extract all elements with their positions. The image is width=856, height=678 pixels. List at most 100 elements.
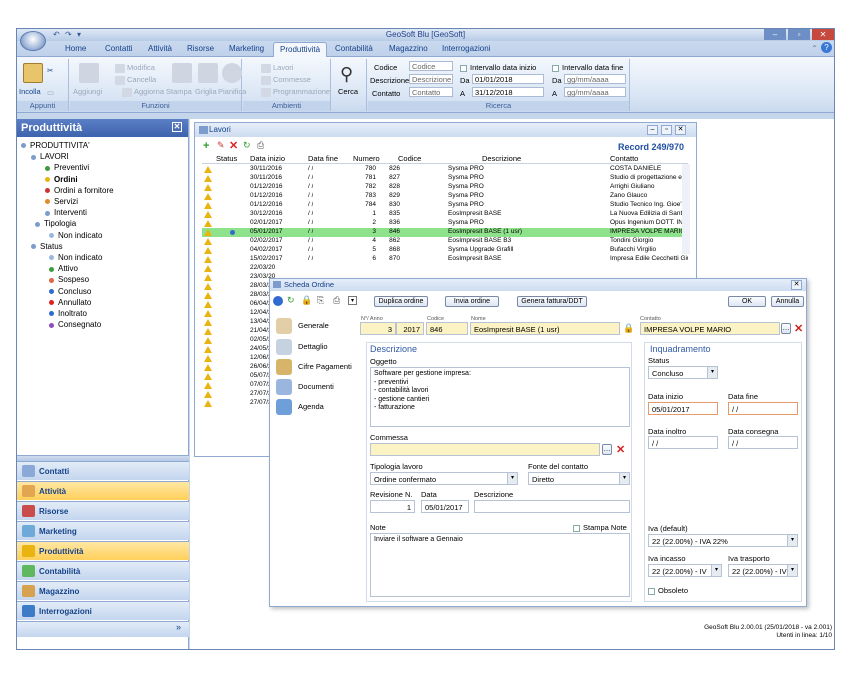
tree-ordini-fornitore[interactable]: Ordini a fornitore [45,186,114,195]
collapse-ribbon-icon[interactable]: ⌃ [811,44,818,53]
nome-field[interactable]: EosImpresit BASE (1 usr) [470,322,620,335]
table-row[interactable]: 04/02/2017 / / 5 868 Sysma Upgrade Grafill Bu… [202,246,688,255]
print-button[interactable]: Stampa [166,87,192,96]
contatto-browse-button[interactable]: … [781,323,791,334]
fonte-select[interactable]: Diretto ▾ [528,472,630,485]
lavori-scrollbar[interactable] [682,164,690,254]
refresh-icon[interactable]: ↻ [287,295,295,306]
undo-icon[interactable]: ↶ [53,30,60,39]
lavori-restore-button[interactable]: ▫ [661,125,672,135]
add-row-icon[interactable]: + [203,140,209,152]
redo-icon[interactable]: ↷ [65,30,72,39]
lock-icon[interactable]: 🔒 [301,295,312,306]
codice-field[interactable]: 846 [426,322,468,335]
col-data-fine[interactable]: Data fine [308,154,338,163]
info-icon[interactable] [273,296,283,306]
tree-status-non-indicato[interactable]: Non indicato [49,253,102,262]
contatto-clear-icon[interactable]: ✕ [794,324,803,335]
tipologia-select[interactable]: Ordine confermato ▾ [370,472,518,485]
nav-cifre-pagamenti[interactable]: Cifre Pagamenti [276,359,352,375]
nav-button-contatti[interactable]: Contatti [17,461,189,480]
ok-button[interactable]: OK [728,296,766,307]
status-select[interactable]: Concluso ▾ [648,366,718,379]
nav-agenda[interactable]: Agenda [276,399,324,415]
data-fine-field[interactable]: / / [728,402,798,415]
contatto-field[interactable]: IMPRESA VOLPE MARIO [640,322,780,335]
table-row[interactable]: 30/11/2016 / / 781 827 Sysma PRO Studio di pr… [202,174,688,183]
paste-icon[interactable] [23,63,43,83]
maximize-button[interactable]: ▫ [788,29,810,40]
minimize-button[interactable]: – [764,29,786,40]
tree-lavori[interactable]: LAVORI [31,152,69,161]
codice-input[interactable]: Codice [409,61,453,71]
delete-button[interactable]: Cancella [115,75,156,85]
tree-ordini[interactable]: Ordini [45,175,78,184]
nav-overflow-chevron-icon[interactable]: » [17,621,189,637]
commessa-clear-icon[interactable]: ✕ [616,445,625,456]
iva-incasso-select[interactable]: 22 (22.00%) - IV ▾ [648,564,722,577]
data-inoltro-field[interactable]: / / [648,436,718,449]
col-data-inizio[interactable]: Data inizio [250,154,285,163]
inizio-da-input[interactable]: 01/01/2018 [472,74,544,84]
table-row[interactable]: 02/02/2017 / / 4 862 EosImpresit BASE B3 Tond… [202,237,688,246]
tab-marketing[interactable]: Marketing [229,44,264,53]
tab-risorse[interactable]: Risorse [187,44,214,53]
tree-tipologia[interactable]: Tipologia [35,219,76,228]
revisione-field[interactable]: 1 [370,500,415,513]
obsoleto-checkbox[interactable]: Obsoleto [648,586,688,595]
format-painter-icon[interactable]: ▭ [47,88,54,97]
sidebar-close-icon[interactable]: ✕ [172,122,182,132]
nav-dettaglio[interactable]: Dettaglio [276,339,328,355]
lavori-minimize-button[interactable]: – [647,125,658,135]
descrizione-input[interactable]: Descrizione [409,74,453,84]
table-row[interactable]: 15/02/2017 / / 6 870 EosImpresit BASE Impresa… [202,255,688,264]
col-descrizione[interactable]: Descrizione [482,154,521,163]
inizio-a-input[interactable]: 31/12/2018 [472,87,544,97]
nav-button-interrogazioni[interactable]: Interrogazioni [17,601,189,620]
duplica-ordine-button[interactable]: Duplica ordine [374,296,428,307]
print-row-icon[interactable]: ⎙ [257,140,264,151]
commessa-field[interactable] [370,443,600,456]
refresh-button[interactable]: Aggiorna [122,87,164,97]
rev-descrizione-field[interactable] [474,500,630,513]
table-row[interactable]: 02/01/2017 / / 2 836 Sysma PRO Opus Ingenium … [202,219,688,228]
fine-a-input[interactable]: gg/mm/aaaa [564,87,626,97]
help-icon[interactable]: ? [821,42,832,53]
tree-servizi[interactable]: Servizi [45,197,78,206]
genera-fattura-button[interactable]: Genera fattura/DDT [517,296,587,307]
stampa-note-checkbox[interactable]: Stampa Note [573,523,627,532]
ambiente-programmazione[interactable]: Programmazione [261,87,330,97]
tree-consegnato[interactable]: Consegnato [49,320,101,329]
col-contatto[interactable]: Contatto [610,154,638,163]
ambiente-commesse[interactable]: Commesse [261,75,311,85]
tree-preventivi[interactable]: Preventivi [45,163,89,172]
tree-sospeso[interactable]: Sospeso [49,275,89,284]
search-button[interactable]: Cerca [338,87,358,96]
scheda-close-button[interactable]: ✕ [791,280,802,290]
nav-button-risorse[interactable]: Risorse [17,501,189,520]
nav-documenti[interactable]: Documenti [276,379,334,395]
nav-button-produttivita[interactable]: Produttività [17,541,189,560]
nav-button-marketing[interactable]: Marketing [17,521,189,540]
nav-generale[interactable]: Generale [276,318,329,334]
tree-attivo[interactable]: Attivo [49,264,78,273]
tab-produttivita[interactable]: Produttività [273,42,328,58]
add-button[interactable]: Aggiungi [73,87,102,96]
lavori-close-button[interactable]: ✕ [675,125,686,135]
invia-ordine-button[interactable]: Invia ordine [445,296,499,307]
copy-icon[interactable]: ⎘ [317,295,324,306]
delete-row-icon[interactable]: ✕ [229,139,238,152]
oggetto-textarea[interactable]: Software per gestione impresa: - prevent… [370,367,630,427]
col-codice[interactable]: Codice [398,154,421,163]
table-row[interactable]: 30/12/2016 / / 1 835 EosImpresit BASE La Nuov… [202,210,688,219]
cut-icon[interactable]: ✂ [47,66,53,75]
paste-button[interactable]: Incolla [19,87,41,96]
edit-row-icon[interactable]: ✎ [217,140,225,151]
intervallo-inizio-checkbox[interactable]: Intervallo data inizio [460,63,536,72]
tree-produttivita[interactable]: PRODUTTIVITA' [21,141,90,150]
tab-contabilita[interactable]: Contabilità [335,44,373,53]
table-row[interactable]: 05/01/2017 / / 3 846 EosImpresit BASE (1 usr… [202,228,688,237]
tree-inoltrato[interactable]: Inoltrato [49,309,87,318]
print-icon[interactable]: ⎙ [333,295,340,306]
commessa-browse-button[interactable]: … [602,444,612,455]
